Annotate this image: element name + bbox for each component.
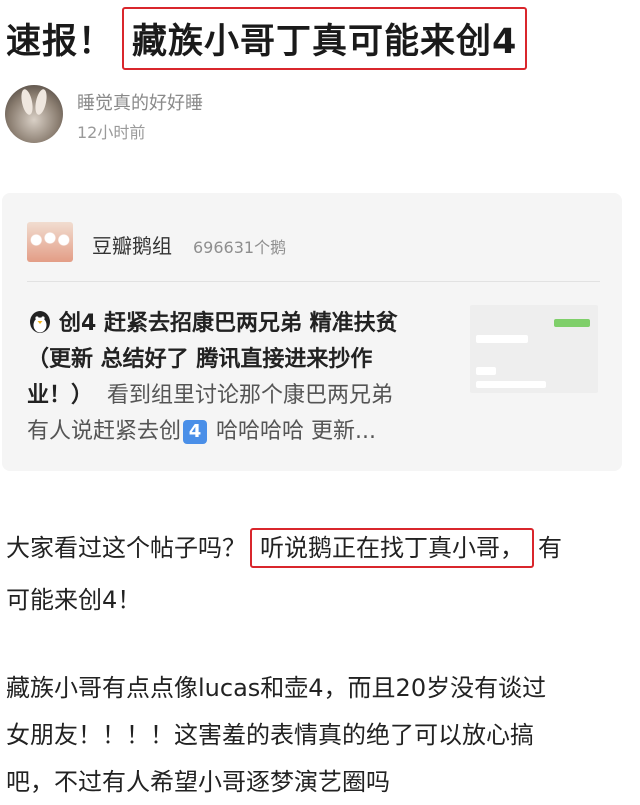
post-title-line2: （更新 总结好了 腾讯直接进来抄作 xyxy=(27,347,373,372)
keycap-4-icon: 4 xyxy=(183,420,208,444)
post-title-line1: 创4 赶紧去招康巴两兄弟 精准扶贫 xyxy=(59,311,398,336)
body-text: 大家看过这个帖子吗？ xyxy=(6,534,246,562)
post-excerpt-line3: 看到组里讨论那个康巴两兄弟 xyxy=(107,383,394,408)
body-paragraph-1: 大家看过这个帖子吗？ 听说鹅正在找丁真小哥，有 xyxy=(6,528,562,568)
shared-post-text[interactable]: 创4 赶紧去招康巴两兄弟 精准扶贫 （更新 总结好了 腾讯直接进来抄作 业！） … xyxy=(27,306,447,450)
bunny-ear-left xyxy=(19,88,35,116)
penguin-icon xyxy=(30,311,50,333)
post-excerpt-line4-a: 有人说赶紧去创 xyxy=(27,419,182,444)
headline-highlight: 藏族小哥丁真可能来创4 xyxy=(122,6,528,70)
post-title-line3: 业！） xyxy=(27,383,94,408)
author-name[interactable]: 睡觉真的好好睡 xyxy=(77,89,203,115)
group-member-count: 696631个鹅 xyxy=(193,238,287,257)
body-paragraph-2-line3: 吧，不过有人希望小哥逐梦演艺圈吗 xyxy=(6,768,390,796)
post-excerpt-line4-b: 哈哈哈哈 更新... xyxy=(216,419,376,444)
group-name[interactable]: 豆瓣鹅组 xyxy=(92,230,172,259)
card-divider xyxy=(27,281,600,282)
post-time: 12小时前 xyxy=(77,123,146,142)
avatar[interactable] xyxy=(5,85,63,143)
chat-screenshot-thumbnail[interactable] xyxy=(470,305,598,393)
chat-bubble xyxy=(476,381,546,388)
body-highlight: 听说鹅正在找丁真小哥， xyxy=(250,528,534,568)
body-paragraph-1-cont: 可能来创4！ xyxy=(6,586,142,614)
body-paragraph-2-line2: 女朋友！！！！这害羞的表情真的绝了可以放心搞 xyxy=(6,721,534,749)
chat-bubble xyxy=(476,335,528,343)
chat-bubble xyxy=(554,319,590,327)
headline: 速报！ 藏族小哥丁真可能来创4 xyxy=(6,6,528,70)
chat-bubble xyxy=(476,367,496,375)
body-text: 有 xyxy=(538,534,562,562)
headline-prefix: 速报！ xyxy=(6,21,115,62)
body-paragraph-2-line1: 藏族小哥有点点像lucas和壶4，而且20岁没有谈过 xyxy=(6,674,547,702)
group-thumbnail xyxy=(27,222,73,262)
bunny-ear-right xyxy=(33,88,49,116)
